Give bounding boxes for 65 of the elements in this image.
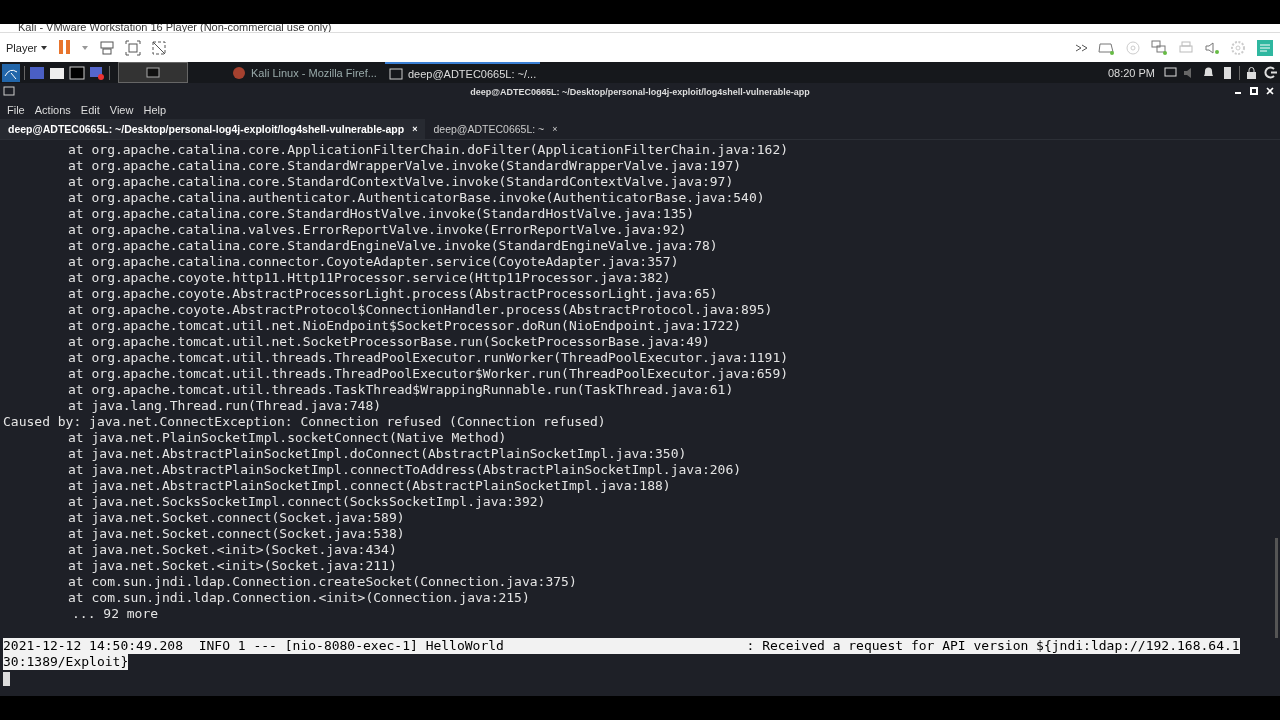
- terminal-line: at java.net.Socket.connect(Socket.java:589): [68, 510, 405, 525]
- lock-icon[interactable]: [1244, 65, 1259, 80]
- terminal-line: at java.net.AbstractPlainSocketImpl.doConnect(AbstractPlainSocketImpl.java:350): [68, 446, 687, 461]
- terminal-line: at org.apache.tomcat.util.threads.ThreadPoolExecutor$Worker.run(ThreadPoolExecutor.java:659): [68, 366, 789, 381]
- text-cursor: [3, 671, 10, 686]
- notes-icon[interactable]: [1256, 38, 1274, 57]
- menu-item[interactable]: View: [109, 103, 134, 116]
- terminal-line: at java.net.PlainSocketImpl.socketConnect(Native Method): [68, 430, 507, 445]
- terminal-tab[interactable]: deep@ADTEC0665L: ~/Desktop/personal-log4j-exploit/log4shell-vulnerable-app ×: [0, 119, 426, 139]
- terminal-line: at java.net.SocksSocketImpl.connect(SocksSocketImpl.java:392): [68, 494, 546, 509]
- app-icon[interactable]: [89, 64, 105, 81]
- terminal-line: at org.apache.coyote.AbstractProtocol$ConnectionHandler.process(AbstractProtocol.java:895): [68, 302, 773, 317]
- terminal-icon: [388, 66, 403, 81]
- close-icon[interactable]: [1266, 87, 1274, 95]
- terminal-line: Caused by: java.net.ConnectException: Connection refused (Connection refused): [3, 414, 606, 429]
- terminal-line: at java.net.Socket.connect(Socket.java:538): [68, 526, 405, 541]
- close-button[interactable]: ×: [552, 124, 558, 134]
- terminal-line: at org.apache.catalina.valves.ErrorReportValve.invoke(ErrorReportValve.java:92): [68, 222, 687, 237]
- terminal-line: at org.apache.tomcat.util.threads.TaskThread$WrappingRunnable.run(TaskThread.java:61): [68, 382, 734, 397]
- browser-icon: [232, 65, 246, 80]
- terminal-line: at org.apache.tomcat.util.net.NioEndpoint$SocketProcessor.doRun(NioEndpoint.java:1722): [68, 318, 742, 333]
- terminal-line: at org.apache.tomcat.util.threads.ThreadPoolExecutor.runWorker(ThreadPoolExecutor.java:1191): [68, 350, 789, 365]
- menu-item[interactable]: Actions: [34, 103, 71, 116]
- caret-icon: [81, 44, 90, 51]
- clock: 08:20 PM: [1107, 66, 1155, 79]
- terminal-icon: [3, 86, 15, 96]
- terminal-line: at java.net.AbstractPlainSocketImpl.connectToAddress(AbstractPlainSocketImpl.java:206): [68, 462, 742, 477]
- speaker-icon[interactable]: [1204, 39, 1220, 56]
- terminal-line: at java.lang.Thread.run(Thread.java:748): [68, 398, 382, 413]
- send-keys-icon[interactable]: [99, 39, 116, 56]
- terminal-line: at com.sun.jndi.ldap.Connection.createSocket(Connection.java:375): [68, 574, 577, 589]
- menu-item[interactable]: File: [7, 103, 25, 116]
- terminal-icon[interactable]: [69, 64, 85, 81]
- terminal-line: at org.apache.coyote.http11.Http11Processor.service(Http11Processor.java:382): [68, 270, 671, 285]
- logout-icon[interactable]: [1263, 65, 1278, 80]
- terminal-line: at org.apache.coyote.AbstractProcessorLight.process(AbstractProcessorLight.java:65): [68, 286, 718, 301]
- terminal-line: at java.net.AbstractPlainSocketImpl.connect(AbstractPlainSocketImpl.java:188): [68, 478, 671, 493]
- menu-item[interactable]: Help: [143, 103, 167, 116]
- fullscreen-icon[interactable]: [125, 39, 142, 56]
- workspace-icon[interactable]: [146, 67, 160, 78]
- terminal-line: ... 92 more: [72, 606, 159, 621]
- menu-item[interactable]: Edit: [80, 103, 100, 116]
- terminal-tab[interactable]: deep@ADTEC0665L: ~ ×: [425, 119, 566, 139]
- terminal-line: at org.apache.catalina.core.StandardWrapperValve.invoke(StandardWrapperValve.java:197): [68, 158, 742, 173]
- terminal-line: at org.apache.tomcat.util.net.SocketProcessorBase.run(SocketProcessorBase.java:49): [68, 334, 710, 349]
- maximize-icon[interactable]: [1250, 87, 1258, 95]
- terminal-line: at com.sun.jndi.ldap.Connection.<init>(Connection.java:215): [68, 590, 530, 605]
- terminal-line: at org.apache.catalina.core.ApplicationFilterChain.doFilter(ApplicationFilterChain.java:162): [68, 142, 789, 157]
- kali-menu-icon[interactable]: [2, 63, 20, 82]
- terminal-line: at org.apache.catalina.core.StandardContextValve.invoke(StandardContextValve.java:97): [68, 174, 734, 189]
- terminal-line: at org.apache.catalina.core.StandardHostValve.invoke(StandardHostValve.java:135): [68, 206, 695, 221]
- network-icon[interactable]: [1151, 39, 1168, 56]
- unity-icon[interactable]: [151, 39, 168, 56]
- close-button[interactable]: ×: [412, 124, 418, 134]
- window-title: deep@ADTEC0665L: ~/Desktop/personal-log4j-exploit/log4shell-vulnerable-app: [470, 86, 810, 97]
- terminal-line: at org.apache.catalina.connector.CoyoteAdapter.service(CoyoteAdapter.java:357): [68, 254, 679, 269]
- terminal-line: at java.net.Socket.<init>(Socket.java:211): [68, 558, 397, 573]
- pause-icon[interactable]: [58, 38, 72, 55]
- display-icon[interactable]: [1163, 65, 1178, 80]
- player-menu[interactable]: Player: [6, 41, 49, 54]
- terminal-line: at org.apache.catalina.authenticator.AuthenticatorBase.invoke(AuthenticatorBase.java:540): [68, 190, 765, 205]
- terminal-line: at org.apache.catalina.core.StandardEngineValve.invoke(StandardEngineValve.java:78): [68, 238, 718, 253]
- taskbar-item[interactable]: Kali Linux - Mozilla Firef...: [228, 62, 381, 83]
- caret-icon: [40, 44, 49, 51]
- terminal-line: at java.net.Socket.<init>(Socket.java:434): [68, 542, 397, 557]
